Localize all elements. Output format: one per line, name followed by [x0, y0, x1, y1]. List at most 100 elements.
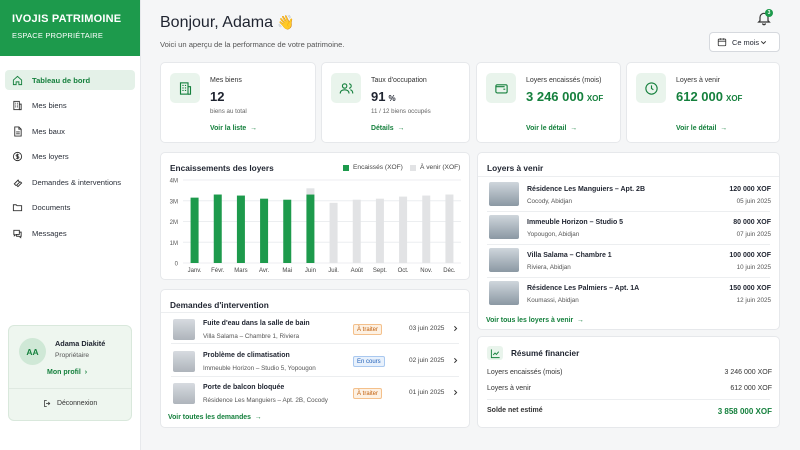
- profile-link-label: Mon profil: [47, 369, 81, 376]
- arrow-right-icon: →: [573, 317, 584, 324]
- request-date: 01 juin 2025: [409, 389, 445, 396]
- wave-emoji: 👋: [277, 14, 295, 30]
- chart-card: Encaissements des loyers Encaissés (XOF)…: [160, 152, 470, 280]
- sidebar-item-messages[interactable]: Messages: [5, 224, 135, 244]
- y-tick-label: 1M: [170, 241, 178, 247]
- sidebar-item-dashboard[interactable]: Tableau de bord: [5, 70, 135, 90]
- sidebar-item-label: Tableau de bord: [32, 75, 91, 85]
- brand-subtitle: ESPACE PROPRIÉTAIRE: [12, 31, 104, 40]
- kpi-icon-box: [170, 73, 200, 103]
- all-upcoming-link[interactable]: Voir tous les loyers à venir →: [486, 317, 584, 324]
- kpi-link-occupancy[interactable]: Détails →: [371, 125, 404, 132]
- sidebar-item-rents[interactable]: Mes loyers: [5, 147, 135, 167]
- summary-total-label: Solde net estimé: [487, 407, 543, 414]
- all-requests-link[interactable]: Voir toutes les demandes →: [168, 414, 262, 421]
- x-tick-label: Oct.: [398, 268, 409, 274]
- kpi-link-collected[interactable]: Voir le détail →: [526, 125, 577, 132]
- sidebar-item-label: Mes loyers: [32, 152, 69, 162]
- upcoming-row[interactable]: Résidence Les Palmiers – Apt. 1A Koumass…: [489, 281, 771, 309]
- bar-collected: [213, 194, 222, 263]
- request-row[interactable]: Problème de climatisation Immeuble Horiz…: [173, 349, 469, 379]
- kpi-value: 3 246 000 XOF: [526, 89, 603, 104]
- greeting-text: Bonjour, Adama: [160, 14, 273, 31]
- rent-amount: 120 000 XOF: [729, 186, 771, 193]
- sidebar-item-label: Demandes & interventions: [32, 177, 122, 187]
- kpi-icon-box: [331, 73, 361, 103]
- summary-row: Loyers à venir 612 000 XOF: [487, 385, 772, 392]
- chart-icon: [490, 348, 500, 358]
- request-title: Porte de balcon bloquée: [203, 384, 285, 391]
- summary-label: Loyers à venir: [487, 385, 531, 392]
- arrow-right-icon: →: [250, 414, 262, 421]
- x-tick-label: Mars: [234, 268, 247, 274]
- profile-role: Propriétaire: [55, 352, 90, 359]
- rent-date: 05 juin 2025: [736, 198, 771, 205]
- app: IVOJIS PATRIMOINE ESPACE PROPRIÉTAIRE Ta…: [0, 0, 800, 450]
- arrow-right-icon: →: [718, 125, 728, 132]
- sidebar-item-label: Documents: [32, 203, 71, 213]
- upcoming-row[interactable]: Immeuble Horizon – Studio 5 Yopougon, Ab…: [489, 215, 771, 243]
- kpi-link-label: Voir le détail: [526, 125, 567, 132]
- bar-upcoming: [352, 199, 361, 263]
- kpi-link-upcoming[interactable]: Voir le détail →: [676, 125, 727, 132]
- period-select[interactable]: Ce mois: [709, 32, 780, 52]
- x-tick-label: Juil.: [328, 268, 339, 274]
- kpi-icon-box: [636, 73, 666, 103]
- brand-title: IVOJIS PATRIMOINE: [12, 13, 122, 25]
- bar-collected: [260, 198, 269, 263]
- bar-upcoming: [399, 196, 408, 263]
- wallet-icon: [494, 83, 508, 93]
- property-thumbnail: [489, 182, 519, 206]
- upcoming-row[interactable]: Résidence Les Manguiers – Apt. 2B Cocody…: [489, 182, 771, 210]
- profile-name: Adama Diakité: [55, 339, 106, 348]
- divider: [171, 376, 459, 377]
- sidebar-nav: Tableau de bord Mes biens Mes baux Mes l…: [0, 56, 140, 244]
- request-row[interactable]: Porte de balcon bloquée Résidence Les Ma…: [173, 381, 469, 411]
- building-icon: [13, 101, 22, 111]
- chevron-right-icon: [454, 357, 458, 364]
- kpi-value: 91%: [371, 89, 396, 104]
- kpi-card-upcoming: Loyers à venir 612 000 XOF Voir le détail…: [626, 62, 780, 143]
- kpi-link-properties[interactable]: Voir la liste →: [210, 125, 257, 132]
- x-tick-label: Janv.: [188, 268, 202, 274]
- logout-label: Déconnexion: [57, 400, 98, 407]
- y-tick-label: 0: [175, 262, 179, 268]
- summary-label: Loyers encaissés (mois): [487, 369, 563, 376]
- request-date: 03 juin 2025: [409, 325, 445, 332]
- request-location: Villa Salama – Chambre 1, Riviera: [203, 333, 300, 340]
- kpi-card-properties: Mes biens 12 biens au total Voir la list…: [160, 62, 316, 143]
- sidebar-item-properties[interactable]: Mes biens: [5, 96, 135, 116]
- link-label: Voir toutes les demandes: [168, 414, 251, 421]
- request-title: Fuite d'eau dans la salle de bain: [203, 320, 310, 327]
- summary-icon-box: [487, 346, 503, 360]
- y-tick-label: 3M: [170, 199, 178, 205]
- status-badge: À traiter: [353, 324, 383, 335]
- sidebar-item-requests[interactable]: Demandes & interventions: [5, 172, 135, 192]
- sidebar-item-leases[interactable]: Mes baux: [5, 121, 135, 141]
- folder-icon: [12, 204, 23, 212]
- property-thumbnail: [489, 248, 519, 272]
- rent-date: 12 juin 2025: [736, 297, 771, 304]
- chevron-down-icon: [760, 41, 767, 45]
- upcoming-row[interactable]: Villa Salama – Chambre 1 Riviera, Abidja…: [489, 248, 771, 276]
- rent-amount: 80 000 XOF: [733, 219, 771, 226]
- property-location: Yopougon, Abidjan: [527, 231, 580, 238]
- kpi-link-label: Voir la liste: [210, 125, 247, 132]
- bar-collected: [190, 197, 199, 263]
- kpi-label: Taux d'occupation: [371, 77, 427, 84]
- sidebar-item-label: Messages: [32, 229, 67, 239]
- logout-button[interactable]: Déconnexion: [43, 399, 97, 408]
- divider: [487, 244, 770, 245]
- x-tick-label: Sept.: [373, 268, 387, 274]
- y-tick-label: 2M: [170, 220, 178, 226]
- kpi-unit: %: [388, 94, 396, 103]
- sidebar-item-documents[interactable]: Documents: [5, 198, 135, 218]
- x-tick-label: Nov.: [420, 268, 432, 274]
- bar-chart: 0 1M 2M 3M 4M Janv. Févr. Mars Avr. Mai Juin Juil. A…: [170, 179, 461, 274]
- logout-icon: [44, 400, 51, 407]
- divider: [478, 176, 779, 177]
- request-location: Immeuble Horizon – Studio 5, Yopougon: [203, 365, 316, 372]
- profile-link[interactable]: Mon profil ›: [47, 369, 87, 376]
- arrow-right-icon: →: [248, 125, 257, 132]
- kpi-link-label: Voir le détail: [676, 125, 717, 132]
